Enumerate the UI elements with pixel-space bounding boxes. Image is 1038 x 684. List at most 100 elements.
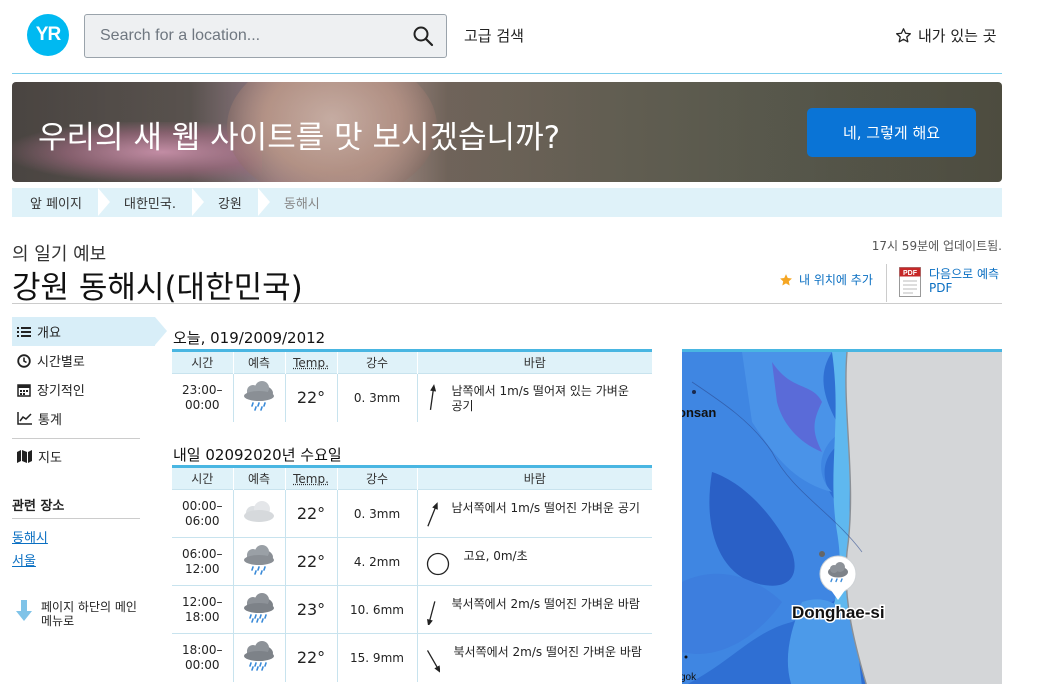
wind-arrow-southeast-icon — [426, 649, 440, 673]
title-underline — [12, 303, 1002, 304]
map-icon — [17, 450, 32, 463]
col-time: 시간 — [172, 349, 234, 374]
table-header-row: 시간 예측 Temp. 강수 바람 — [172, 349, 652, 374]
pdf-icon: PDF — [899, 267, 921, 297]
pdf-forecast-link[interactable]: PDF 다음으로 예측 PDF — [899, 267, 999, 297]
banner-text: 우리의 새 웹 사이트를 맛 보시겠습니까? — [38, 120, 561, 156]
bottom-menu-link[interactable]: 페이지 하단의 메인 메뉴로 — [15, 600, 137, 628]
precipitation-map[interactable]: onsan Donghae-si gok — [682, 349, 1002, 684]
precip-cell: 10. 6mm — [337, 585, 418, 634]
breadcrumb-item-current: 동해시 — [283, 197, 320, 212]
forecast-cell — [233, 633, 286, 682]
nav-item-map[interactable]: 지도 — [12, 442, 155, 471]
breadcrumb-item-region[interactable]: 강원 — [200, 188, 270, 217]
forecast-cell — [233, 373, 286, 422]
temp-cell: 22° — [285, 373, 338, 422]
rain-cloud-icon — [244, 381, 274, 412]
precip-cell: 0. 3mm — [337, 373, 418, 422]
try-new-site-button[interactable]: 네, 그렇게 해요 — [807, 108, 976, 157]
col-forecast: 예측 — [233, 465, 286, 490]
forecast-cell — [233, 585, 286, 634]
precip-cell: 4. 2mm — [337, 537, 418, 586]
wind-cell: 남서쪽에서 1m/s 떨어진 가벼운 공기 — [417, 489, 652, 538]
search-icon[interactable] — [412, 25, 434, 47]
nav-label: 통계 — [38, 413, 62, 428]
time-cell: 18:00– 00:00 — [172, 633, 234, 682]
map-canvas: onsan Donghae-si gok — [682, 352, 1002, 684]
my-places-label: 내가 있는 곳 — [918, 27, 997, 45]
heavy-rain-cloud-icon — [244, 641, 274, 672]
bottom-link-line1: 페이지 하단의 메인 — [41, 600, 137, 614]
col-time: 시간 — [172, 465, 234, 490]
related-divider — [12, 518, 140, 519]
col-precip: 강수 — [337, 465, 418, 490]
nav-label: 시간별로 — [37, 355, 85, 370]
precip-cell: 0. 3mm — [337, 489, 418, 538]
breadcrumb-item-home[interactable]: 앞 페이지 — [12, 188, 110, 217]
my-places-link[interactable]: 내가 있는 곳 — [895, 25, 997, 46]
calm-circle-icon — [426, 552, 449, 575]
forecast-cell — [233, 489, 286, 538]
temp-cell: 22° — [285, 537, 338, 586]
chart-icon — [17, 412, 32, 425]
calendar-icon — [17, 383, 31, 397]
nav-label: 지도 — [38, 451, 62, 466]
add-location-label: 내 위치에 추가 — [799, 273, 873, 287]
time-cell: 23:00– 00:00 — [172, 373, 234, 422]
col-temp[interactable]: Temp. — [285, 465, 338, 490]
nav-item-overview[interactable]: 개요 — [12, 317, 167, 346]
map-label-donghae: Donghae-si — [792, 603, 885, 622]
wind-arrow-northeast-icon — [426, 501, 438, 526]
today-title: 오늘, 019/2009/2012 — [173, 329, 326, 347]
col-precip: 강수 — [337, 349, 418, 374]
breadcrumb-item-country[interactable]: 대한민국. — [106, 188, 204, 217]
star-outline-icon — [895, 28, 912, 43]
nav-label: 개요 — [37, 326, 61, 341]
temp-cell: 23° — [285, 585, 338, 634]
table-header-row: 시간 예측 Temp. 강수 바람 — [172, 465, 652, 490]
header-divider — [12, 73, 1002, 74]
breadcrumb: 앞 페이지 대한민국. 강원 동해시 — [12, 188, 1002, 217]
temp-cell: 22° — [285, 633, 338, 682]
wind-arrow-southeast-icon — [426, 600, 435, 625]
updated-time: 17시 59분에 업데이트됨. — [871, 239, 1002, 253]
related-link-seoul[interactable]: 서울 — [12, 550, 36, 569]
search-input[interactable] — [85, 15, 405, 57]
cloud-icon — [244, 501, 274, 522]
table-row: 00:00– 06:00 22° 0. 3mm 남서쪽에서 1m/s 떨어진 가벼… — [172, 489, 652, 538]
map-label-partial-top: onsan — [682, 405, 716, 420]
advanced-search-link[interactable]: 고급 검색 — [464, 25, 524, 46]
yr-logo[interactable]: YR — [27, 14, 69, 56]
search-box[interactable] — [84, 14, 447, 58]
forecast-cell — [233, 537, 286, 586]
table-row: 18:00– 00:00 22° 15. 9mm 북서쪽에서 2m/s 떨어진 가… — [172, 633, 652, 682]
svg-text:PDF: PDF — [903, 270, 918, 277]
pdf-label-line2: PDF — [929, 281, 953, 295]
nav-item-statistics[interactable]: 통계 — [12, 404, 155, 433]
title-divider — [886, 264, 887, 302]
col-temp[interactable]: Temp. — [285, 349, 338, 374]
side-nav: 개요 시간별로 장기적인 통계 지도 — [12, 317, 167, 471]
wind-cell: 북서쪽에서 2m/s 떨어진 가벼운 바람 — [417, 633, 652, 682]
tomorrow-title: 내일 02092020년 수요일 — [173, 446, 342, 464]
add-location-button[interactable]: 내 위치에 추가 — [779, 271, 873, 288]
related-link-donghae[interactable]: 동해시 — [12, 527, 48, 546]
wind-arrow-north-icon — [429, 383, 436, 410]
table-row: 23:00– 00:00 22° 0. 3mm 남쪽에서 1m/s 떨어져 있는 … — [172, 373, 652, 422]
table-row: 06:00– 12:00 22° 4. 2mm 고요, 0m/초 — [172, 537, 652, 586]
logo-text: YR — [35, 24, 61, 45]
nav-divider — [12, 438, 140, 439]
related-places-title: 관련 장소 — [12, 499, 65, 514]
list-icon — [17, 326, 31, 337]
arrow-down-icon — [16, 600, 32, 621]
wind-cell: 북서쪽에서 2m/s 떨어진 가벼운 바람 — [417, 585, 652, 634]
nav-item-hourly[interactable]: 시간별로 — [12, 346, 155, 375]
time-cell: 06:00– 12:00 — [172, 537, 234, 586]
nav-item-longterm[interactable]: 장기적인 — [12, 375, 155, 404]
time-cell: 12:00– 18:00 — [172, 585, 234, 634]
col-wind: 바람 — [417, 465, 652, 490]
clock-icon — [17, 353, 31, 368]
tomorrow-forecast-table: 시간 예측 Temp. 강수 바람 00:00– 06:00 22° 0. 3mm… — [172, 465, 652, 682]
rain-cloud-icon — [244, 545, 274, 575]
col-forecast: 예측 — [233, 349, 286, 374]
